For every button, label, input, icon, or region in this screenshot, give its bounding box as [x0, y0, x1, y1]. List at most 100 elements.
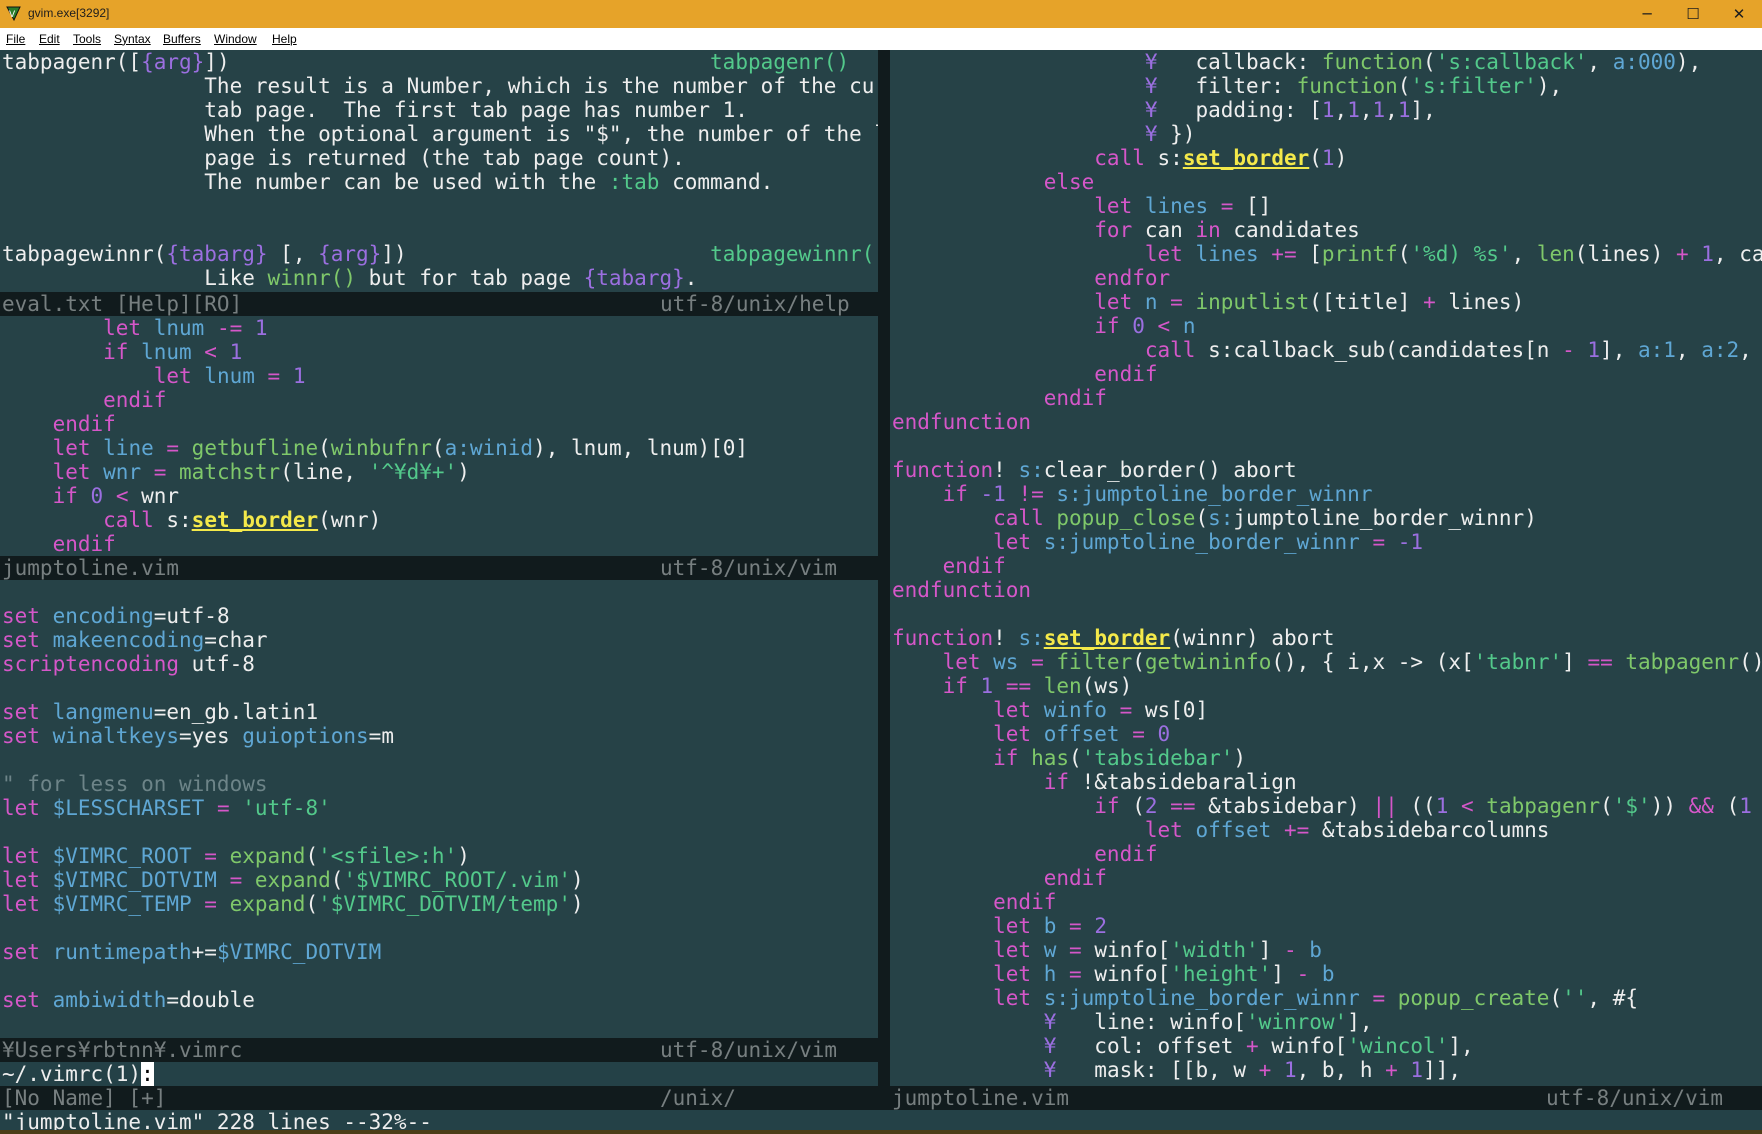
code-token: s:jumptoline_border_winnr	[1043, 986, 1360, 1010]
menu-syntax[interactable]: Syntax	[114, 32, 151, 46]
code-token: set	[2, 988, 53, 1012]
code-token: []	[1246, 194, 1272, 218]
code-token: ,	[1385, 98, 1398, 122]
code-token: -1	[980, 482, 1006, 506]
code-token: endif	[892, 890, 1057, 914]
code-token: =	[1056, 938, 1095, 962]
code-token: 'tabnr'	[1473, 650, 1563, 674]
code-token: +=	[1271, 818, 1322, 842]
code-token: if	[2, 340, 142, 364]
code-token: if	[892, 794, 1133, 818]
noname-statusline[interactable]: [No Name] [+] /unix/	[0, 1086, 878, 1110]
code-line: endfunction	[892, 410, 1762, 434]
code-line: ¥ col: offset + winfo['wincol'],	[892, 1034, 1762, 1058]
help-statusline[interactable]: eval.txt [Help][RO] utf-8/unix/help	[0, 292, 878, 316]
code-token: let	[892, 530, 1044, 554]
code-line: else	[892, 170, 1762, 194]
code-token: ],	[1600, 338, 1638, 362]
code-token: )	[570, 868, 584, 892]
code-token: =	[254, 364, 293, 388]
code-line: for can in candidates	[892, 218, 1762, 242]
code-line: set runtimepath+=$VIMRC_DOTVIM	[2, 940, 584, 964]
code-token: let	[2, 316, 154, 340]
code-token: s:	[1208, 506, 1234, 530]
code-token: <	[103, 484, 142, 508]
code-line: set ambiwidth=double	[2, 988, 584, 1012]
code-token: h	[1043, 962, 1057, 986]
close-button[interactable]: ✕	[1716, 0, 1762, 28]
search-highlight: set_border	[1182, 146, 1310, 170]
code-token: 1	[1410, 1058, 1424, 1082]
code-token: (wnr)	[318, 508, 382, 532]
code-token: let	[892, 938, 1044, 962]
code-token: n	[1182, 314, 1196, 338]
help-window[interactable]: tabpagenr([{arg}]) tabpagenr() The resul…	[0, 50, 878, 292]
code-line: endif	[2, 532, 748, 556]
code-token: ¥	[892, 98, 1171, 122]
vimrc-window[interactable]: set encoding=utf-8 set makeencoding=char s…	[0, 580, 878, 1062]
menu-window[interactable]: Window	[214, 32, 257, 46]
menu-file[interactable]: File	[6, 32, 25, 46]
code-token: When the optional argument is "$", the n…	[2, 122, 878, 146]
jumptoline-right-status-name: jumptoline.vim	[892, 1086, 1070, 1110]
code-token: let	[892, 962, 1044, 986]
code-token: tabpagenr	[1486, 794, 1601, 818]
code-token: 'height'	[1170, 962, 1272, 986]
minimize-button[interactable]: ─	[1624, 0, 1670, 28]
window-titlebar[interactable]: V gvim.exe[3292] ─ ☐ ✕	[0, 0, 1762, 28]
code-line: endif	[892, 386, 1762, 410]
code-token: )	[570, 892, 584, 916]
code-token: b	[1309, 938, 1322, 962]
code-line: tabpagewinnr({tabarg} [, {arg}]) tabpage…	[2, 242, 878, 266]
code-line: call s:set_border(wnr)	[2, 508, 748, 532]
menu-help[interactable]: Help	[272, 32, 297, 46]
code-token: page is returned (the tab page count).	[2, 146, 685, 170]
code-token: lnum	[204, 364, 255, 388]
code-token: s:jumptoline_border_winnr	[1043, 530, 1360, 554]
code-token: ¥	[892, 50, 1171, 74]
code-token: (	[305, 844, 319, 868]
gvim-app-icon: V	[6, 6, 21, 21]
code-token: tabpagenr()	[710, 50, 850, 74]
maximize-button[interactable]: ☐	[1670, 0, 1716, 28]
menu-buffers[interactable]: Buffers	[163, 32, 201, 46]
code-token: lnum	[141, 340, 192, 364]
code-token: ,	[1675, 338, 1702, 362]
code-token: call	[892, 506, 1057, 530]
code-line: let b = 2	[892, 914, 1762, 938]
code-token: " for less on windows	[2, 772, 268, 796]
code-line: let w = winfo['width'] - b	[892, 938, 1762, 962]
menu-edit[interactable]: Edit	[39, 32, 60, 46]
vimrc-statusline[interactable]: ¥Users¥rbtnn¥.vimrc utf-8/unix/vim	[0, 1038, 878, 1062]
vim-editor[interactable]: tabpagenr([{arg}]) tabpagenr() The resul…	[0, 50, 1762, 1134]
vertical-split-separator[interactable]	[878, 50, 890, 1110]
jumptoline-right-window[interactable]: ¥ callback: function('s:callback', a:000…	[890, 50, 1762, 1086]
code-token: ''	[1562, 986, 1588, 1010]
code-token: (	[1132, 650, 1145, 674]
code-token: (	[1549, 986, 1563, 1010]
code-line: ~/.vimrc(1):	[2, 1062, 786, 1086]
code-line: ¥ line: winfo['winrow'],	[892, 1010, 1762, 1034]
code-line: let $VIMRC_TEMP = expand('$VIMRC_DOTVIM/…	[2, 892, 584, 916]
code-token: endfunction	[892, 410, 1032, 434]
code-line: set langmenu=en_gb.latin1	[2, 700, 584, 724]
code-token: call	[892, 146, 1158, 170]
code-token: ]	[1562, 650, 1575, 674]
jumptoline-left-statusline[interactable]: jumptoline.vim utf-8/unix/vim	[0, 556, 878, 580]
code-token: ()) &&	[1739, 650, 1762, 674]
code-token: (	[1309, 146, 1322, 170]
vimrc-status-info: utf-8/unix/vim	[660, 1038, 838, 1062]
code-token: matchstr	[179, 460, 281, 484]
code-token: 'utf-8'	[242, 796, 331, 820]
code-token: a:1	[1637, 338, 1676, 362]
code-token: tab page. The first tab page has number …	[2, 98, 748, 122]
menu-tools[interactable]: Tools	[73, 32, 101, 46]
code-token: <	[191, 340, 230, 364]
code-line: let line = getbufline(winbufnr(a:winid),…	[2, 436, 748, 460]
jumptoline-left-window[interactable]: let lnum -= 1 if lnum < 1 let lnum = 1 e…	[0, 316, 878, 556]
code-token: endfor	[892, 266, 1171, 290]
code-token: let	[892, 650, 994, 674]
code-line: let lines = []	[892, 194, 1762, 218]
jumptoline-right-statusline[interactable]: jumptoline.vim utf-8/unix/vim	[890, 1086, 1762, 1110]
